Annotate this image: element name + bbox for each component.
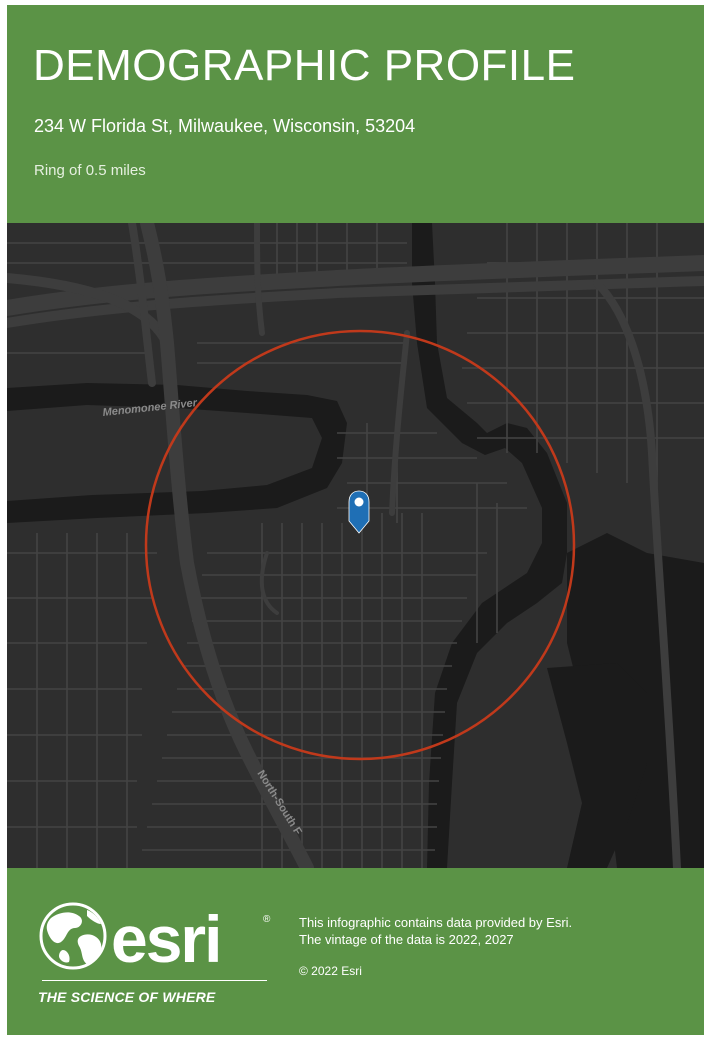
footnote-line-1: This infographic contains data provided … [299, 915, 573, 930]
copyright-notice: © 2022 Esri [299, 964, 362, 978]
logo-wordmark: esri [111, 902, 220, 976]
page-title: DEMOGRAPHIC PROFILE [33, 41, 576, 90]
svg-text:®: ® [263, 914, 271, 925]
infographic-page: DEMOGRAPHIC PROFILE 234 W Florida St, Mi… [0, 0, 704, 1040]
esri-tagline: THE SCIENCE OF WHERE [38, 989, 216, 1005]
location-map[interactable]: Menomonee River North-South F [7, 223, 704, 868]
globe-icon [39, 902, 107, 970]
footer-banner: esri ® THE SCIENCE OF WHERE This infogra… [7, 868, 704, 1035]
data-source-note: This infographic contains data provided … [299, 914, 572, 948]
tagline-divider [42, 980, 267, 981]
esri-logo[interactable]: esri ® [37, 898, 277, 998]
location-address: 234 W Florida St, Milwaukee, Wisconsin, … [34, 116, 416, 136]
header-banner: DEMOGRAPHIC PROFILE 234 W Florida St, Mi… [7, 5, 704, 223]
footnote-line-2: The vintage of the data is 2022, 2027 [299, 932, 514, 947]
ring-description: Ring of 0.5 miles [34, 162, 146, 179]
